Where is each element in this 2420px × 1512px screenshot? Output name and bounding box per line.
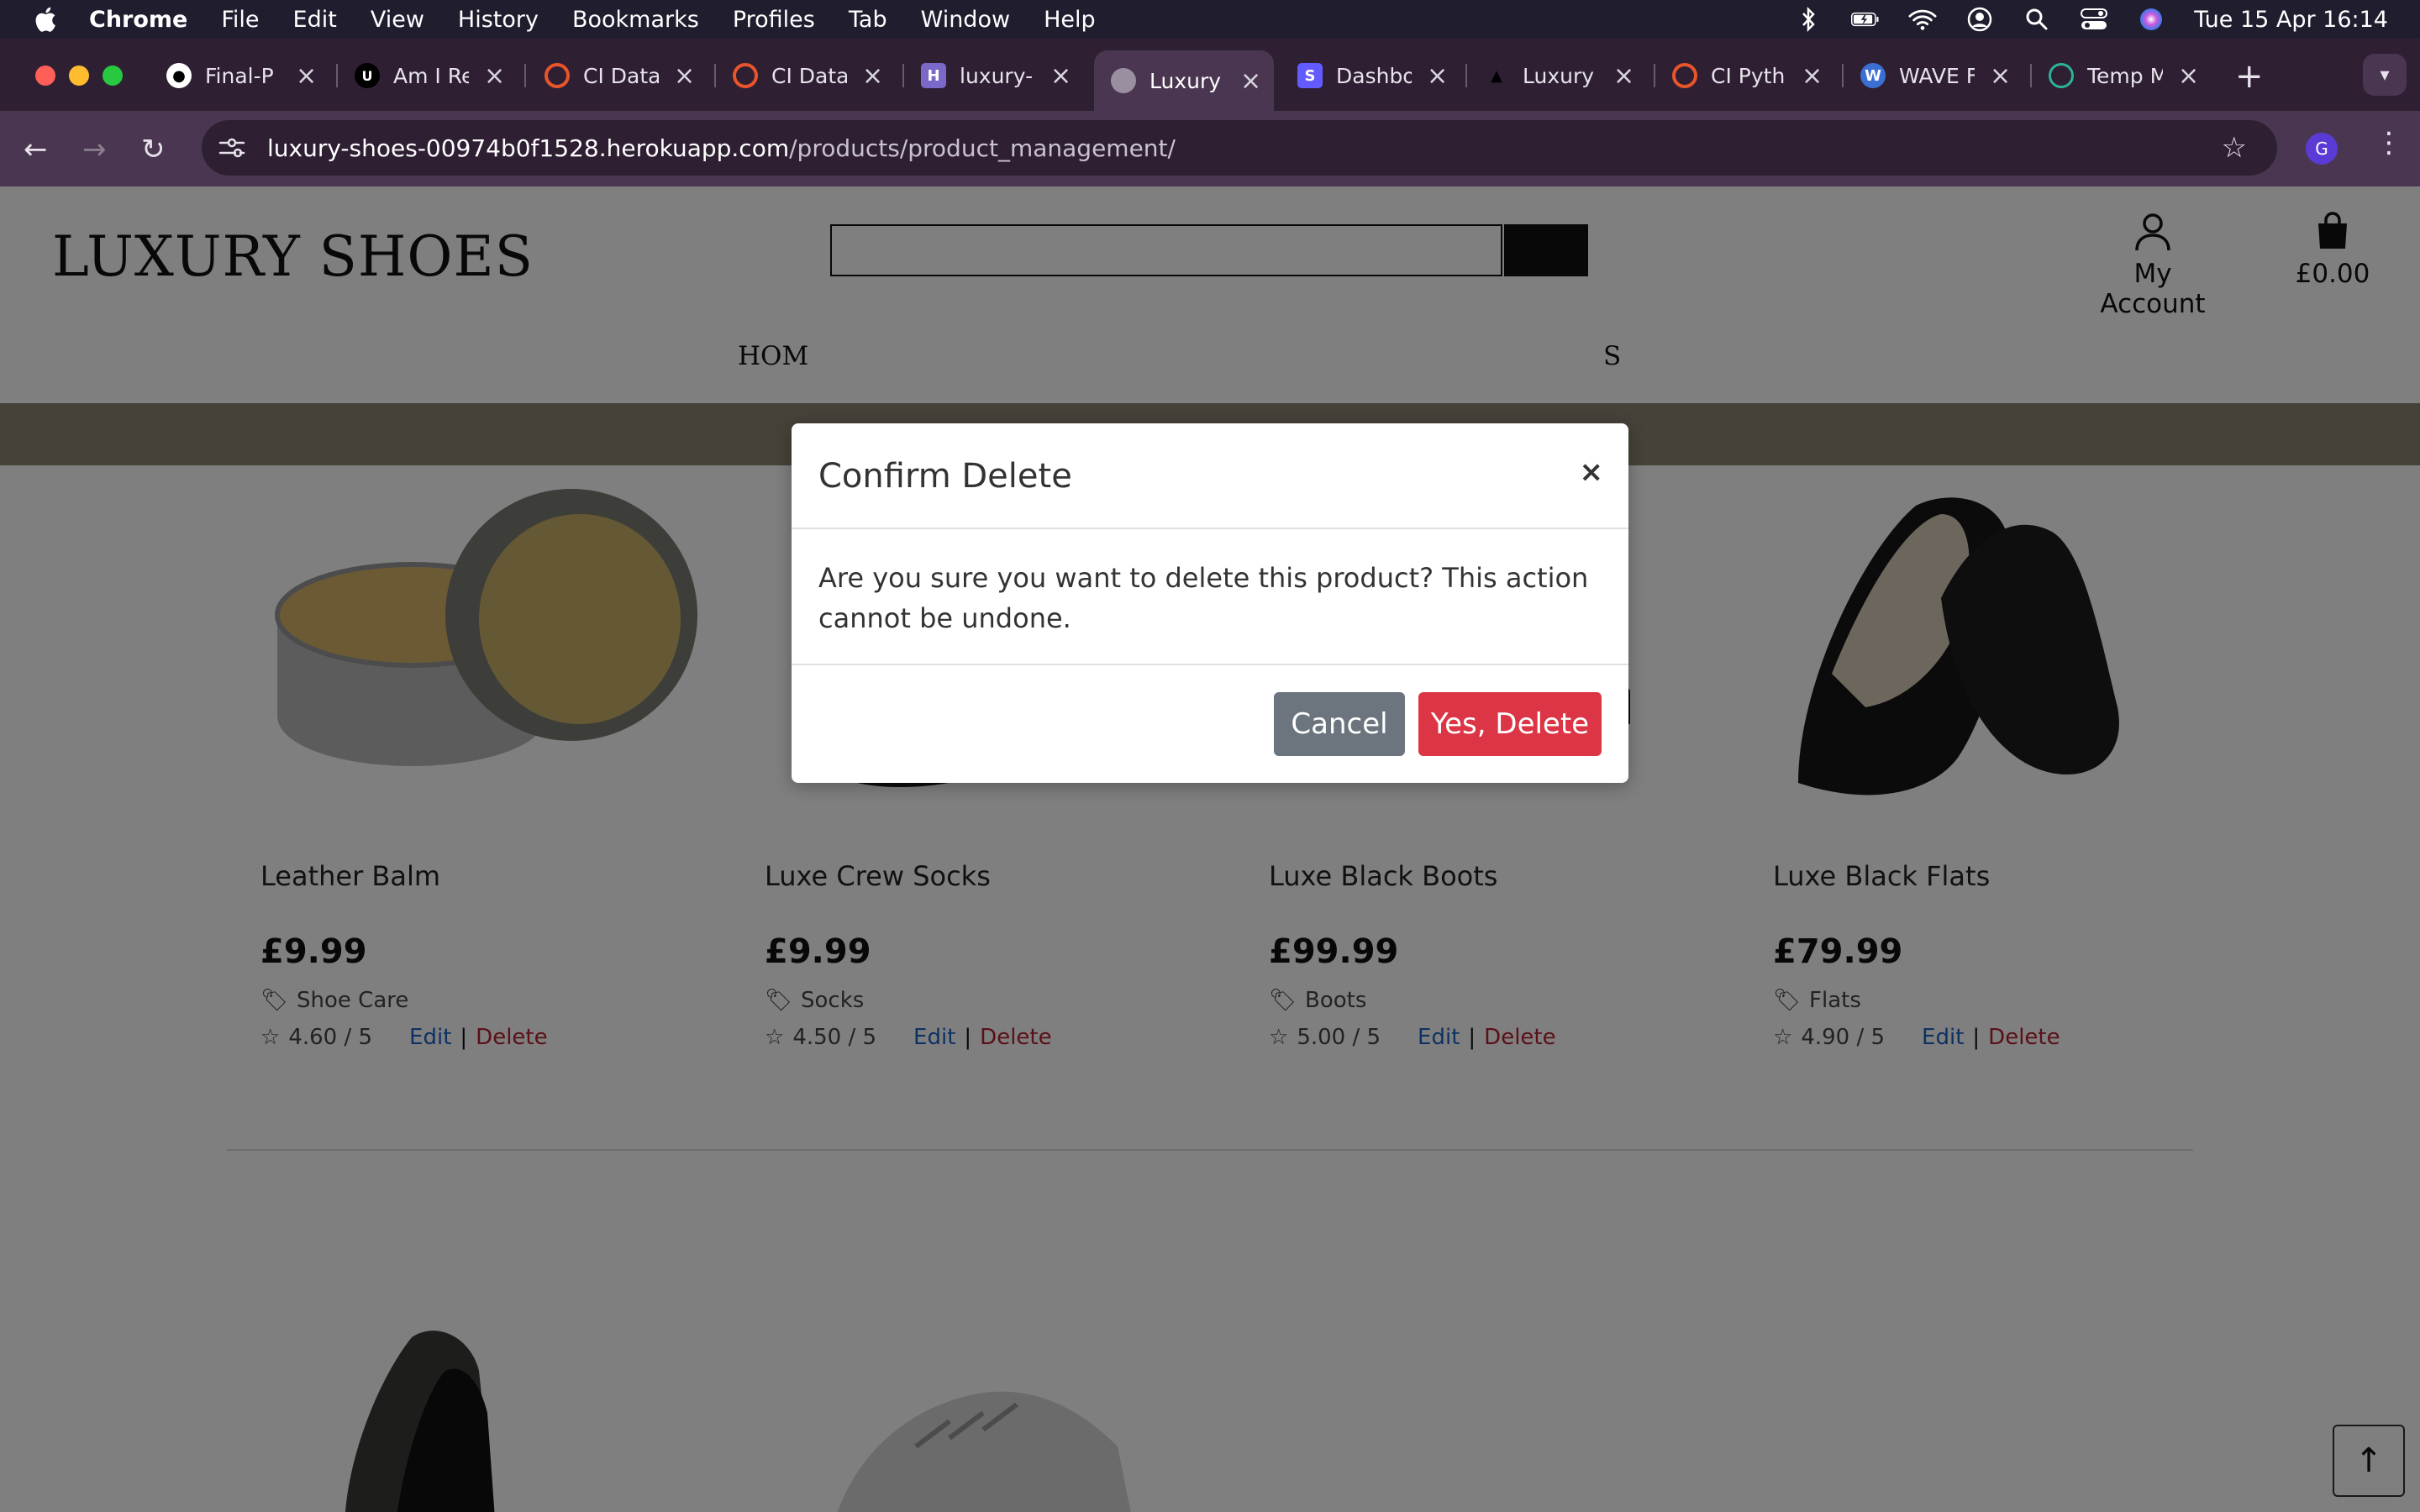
bluetooth-icon[interactable] — [1794, 7, 1823, 32]
cancel-button[interactable]: Cancel — [1274, 692, 1405, 756]
tab-close-icon[interactable]: × — [1427, 61, 1448, 91]
tab-separator — [714, 64, 716, 87]
ci-icon — [733, 63, 758, 88]
tab-title: Luxury — [1523, 63, 1595, 88]
menubar-item-file[interactable]: File — [221, 7, 259, 33]
battery-icon[interactable] — [1851, 7, 1880, 32]
siri-icon[interactable] — [2137, 7, 2165, 32]
temp-mail-icon — [2049, 63, 2074, 88]
tab-title: CI Data — [583, 63, 659, 88]
modal-header: Confirm Delete × — [792, 423, 1628, 529]
apple-icon[interactable] — [32, 5, 57, 34]
modal-body-text: Are you sure you want to delete this pro… — [792, 529, 1628, 665]
browser-tab[interactable]: S Dashbo × — [1297, 50, 1448, 101]
new-tab-icon[interactable]: + — [2235, 57, 2264, 96]
tab-close-icon[interactable]: × — [2178, 61, 2199, 91]
browser-tab[interactable]: ▲ Luxury × — [1484, 50, 1634, 101]
menubar-item-help[interactable]: Help — [1044, 7, 1096, 33]
tab-close-icon[interactable]: × — [1990, 61, 2011, 91]
site-info-icon[interactable] — [217, 135, 247, 160]
tab-separator — [336, 64, 338, 87]
wave-icon: W — [1860, 63, 1886, 88]
window-minimize-button[interactable] — [69, 66, 89, 86]
menubar-item-profiles[interactable]: Profiles — [733, 7, 815, 33]
browser-tab[interactable]: H luxury- × — [921, 50, 1071, 101]
url-text[interactable]: luxury-shoes-00974b0f1528.herokuapp.com/… — [267, 134, 1176, 162]
tab-separator — [524, 64, 526, 87]
github-icon: ● — [166, 63, 192, 88]
stripe-icon: S — [1297, 63, 1323, 88]
tab-title: Final-P — [205, 63, 274, 88]
tab-separator — [1465, 64, 1467, 87]
url-host: luxury-shoes-00974b0f1528.herokuapp.com — [267, 134, 790, 162]
menubar-item-edit[interactable]: Edit — [293, 7, 337, 33]
globe-icon — [1111, 68, 1136, 93]
tab-separator — [1654, 64, 1655, 87]
browser-tab[interactable]: CI Data × — [544, 50, 695, 101]
url-path: /products/product_management/ — [789, 134, 1176, 162]
browser-tab[interactable]: U Am I Re × — [355, 50, 505, 101]
window-zoom-button[interactable] — [103, 66, 123, 86]
menubar-item-tab[interactable]: Tab — [849, 7, 887, 33]
browser-tab[interactable]: W WAVE F × — [1860, 50, 2011, 101]
spotlight-search-icon[interactable] — [2023, 7, 2051, 32]
heroku-icon: H — [921, 63, 946, 88]
modal-backdrop[interactable] — [0, 186, 2420, 1512]
ui-icon: U — [355, 63, 380, 88]
reload-icon[interactable]: ↻ — [141, 133, 166, 166]
tab-title: Luxury — [1150, 68, 1222, 93]
confirm-delete-modal: Confirm Delete × Are you sure you want t… — [792, 423, 1628, 783]
ci-icon — [1672, 63, 1697, 88]
browser-tab-active[interactable]: Luxury × — [1094, 50, 1274, 111]
tab-title: CI Pyth — [1711, 63, 1786, 88]
modal-footer: Cancel Yes, Delete — [792, 665, 1628, 783]
browser-tab[interactable]: CI Pyth × — [1672, 50, 1823, 101]
menubar-item-bookmarks[interactable]: Bookmarks — [572, 7, 699, 33]
menubar-item-window[interactable]: Window — [921, 7, 1010, 33]
profile-avatar[interactable]: G — [2306, 133, 2338, 165]
browser-tab[interactable]: CI Data × — [733, 50, 883, 101]
address-bar[interactable]: luxury-shoes-00974b0f1528.herokuapp.com/… — [202, 120, 2277, 176]
browser-menu-icon[interactable]: ⋮ — [2375, 126, 2403, 160]
menubar-app-name[interactable]: Chrome — [89, 7, 187, 33]
forward-arrow-icon[interactable]: → — [82, 133, 107, 166]
confirm-delete-button[interactable]: Yes, Delete — [1418, 692, 1602, 756]
tab-title: Temp M — [2087, 63, 2163, 88]
tab-close-icon[interactable]: × — [674, 61, 695, 91]
bookmark-star-icon[interactable]: ☆ — [2222, 131, 2247, 165]
control-center-icon[interactable] — [2080, 7, 2108, 32]
tab-title: CI Data — [771, 63, 847, 88]
browser-tab[interactable]: ● Final-P × — [166, 50, 317, 101]
tab-close-icon[interactable]: × — [1050, 61, 1071, 91]
tab-title: WAVE F — [1899, 63, 1975, 88]
web-page: LUXURY SHOES My Account £0.00 HOM S Leat… — [0, 186, 2420, 1512]
modal-close-icon[interactable]: × — [1580, 455, 1604, 489]
tab-close-icon[interactable]: × — [1240, 66, 1261, 96]
menubar-datetime[interactable]: Tue 15 Apr 16:14 — [2194, 7, 2388, 33]
tab-close-icon[interactable]: × — [862, 61, 883, 91]
wifi-icon[interactable] — [1908, 7, 1937, 32]
tab-separator — [2030, 64, 2032, 87]
tab-title: Dashbo — [1336, 63, 1412, 88]
shoe-icon: ▲ — [1491, 66, 1502, 85]
tab-separator — [902, 64, 904, 87]
menubar-item-view[interactable]: View — [371, 7, 424, 33]
tab-close-icon[interactable]: × — [484, 61, 505, 91]
modal-title: Confirm Delete — [818, 457, 1072, 496]
browser-tab[interactable]: Temp M × — [2049, 50, 2199, 101]
user-account-icon[interactable] — [1965, 7, 1994, 32]
menubar-item-history[interactable]: History — [458, 7, 539, 33]
tab-close-icon[interactable]: × — [1802, 61, 1823, 91]
window-close-button[interactable] — [35, 66, 55, 86]
tab-separator — [1842, 64, 1844, 87]
tab-close-icon[interactable]: × — [1613, 61, 1634, 91]
tab-title: luxury- — [960, 63, 1034, 88]
ci-icon — [544, 63, 570, 88]
tab-title: Am I Re — [393, 63, 469, 88]
macos-menu-bar: Chrome File Edit View History Bookmarks … — [0, 0, 2420, 39]
tab-close-icon[interactable]: × — [296, 61, 317, 91]
tab-search-chevron-icon[interactable]: ▾ — [2363, 54, 2407, 96]
back-arrow-icon[interactable]: ← — [24, 133, 48, 166]
